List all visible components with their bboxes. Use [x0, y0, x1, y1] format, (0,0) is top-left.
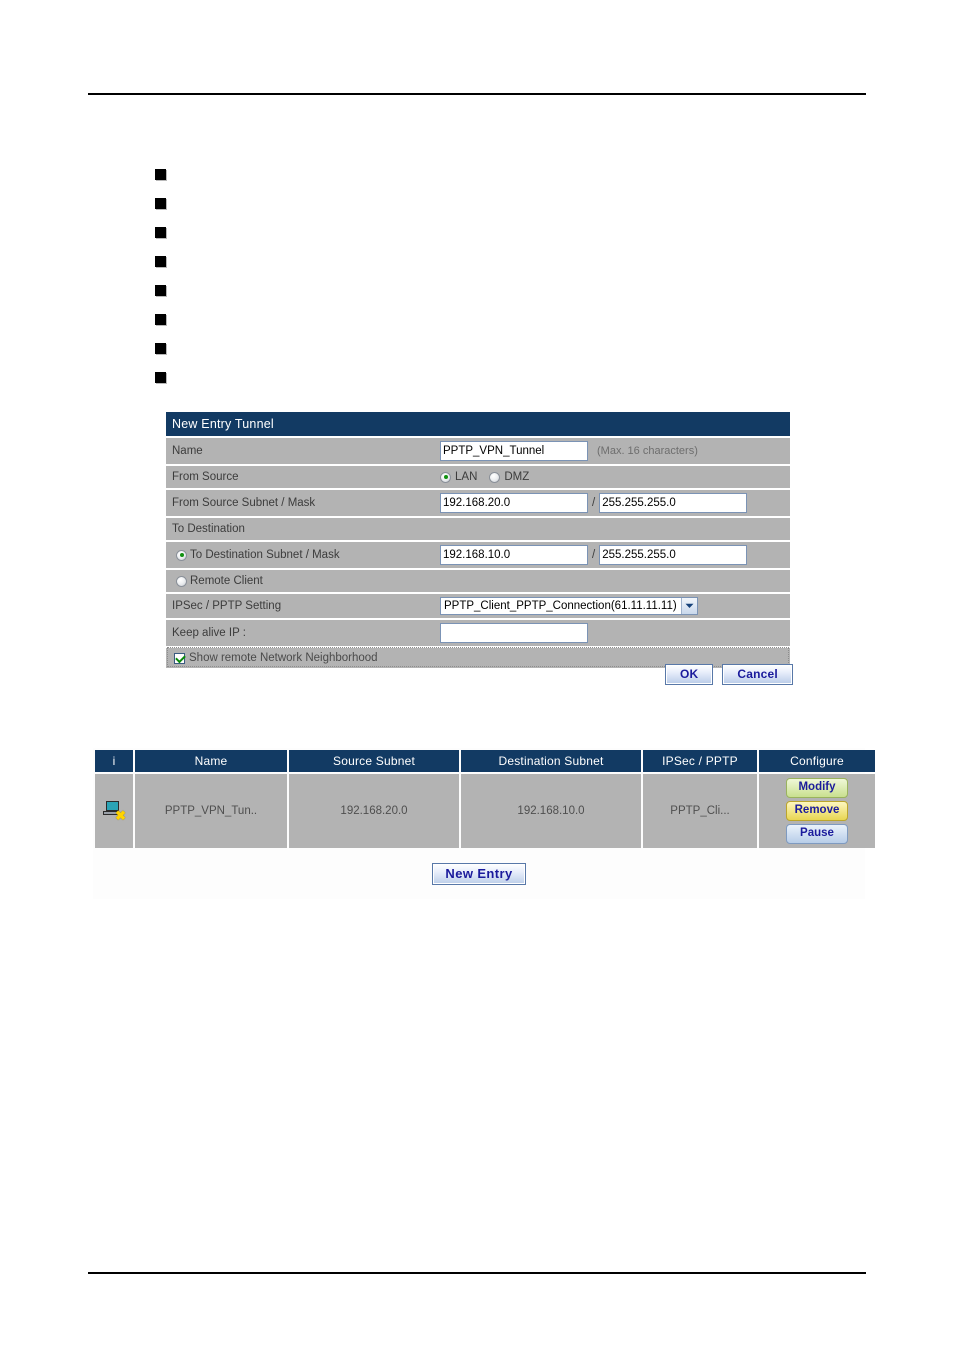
row-configure-cell: Modify Remove Pause — [759, 774, 875, 848]
remote-client-option[interactable]: Remote Client — [166, 571, 790, 591]
radio-dmz[interactable] — [489, 471, 501, 483]
cancel-button[interactable]: Cancel — [722, 664, 793, 685]
modify-button[interactable]: Modify — [786, 778, 848, 798]
col-header-ipsec-pptp: IPSec / PPTP — [643, 750, 757, 772]
col-header-source-subnet: Source Subnet — [289, 750, 459, 772]
from-source-radio-group: LAN DMZ — [440, 471, 537, 483]
form-action-buttons: OK Cancel — [665, 664, 793, 685]
pause-button[interactable]: Pause — [786, 824, 848, 844]
name-hint: (Max. 16 characters) — [597, 445, 698, 457]
to-dest-subnet-value-cell: / — [438, 542, 790, 568]
dest-mask-separator: / — [592, 549, 596, 561]
chevron-down-icon[interactable] — [680, 598, 697, 614]
to-dest-subnet-label: To Destination Subnet / Mask — [190, 549, 340, 561]
from-subnet-label: From Source Subnet / Mask — [172, 497, 316, 509]
show-neighborhood-label: Show remote Network Neighborhood — [189, 652, 378, 664]
square-bullet-icon — [155, 256, 166, 267]
list-item — [155, 305, 855, 334]
tunnel-list-panel: i Name Source Subnet Destination Subnet … — [91, 748, 875, 899]
to-dest-subnet-option[interactable]: To Destination Subnet / Mask — [166, 545, 438, 565]
new-entry-button[interactable]: New Entry — [432, 863, 526, 885]
to-dest-subnet-input[interactable] — [440, 545, 588, 565]
from-subnet-value-cell: / — [438, 490, 790, 516]
table-row: ✖ PPTP_VPN_Tun.. 192.168.20.0 192.168.10… — [95, 774, 875, 848]
ipsec-pptp-label: IPSec / PPTP Setting — [172, 600, 282, 612]
remote-client-label: Remote Client — [190, 575, 263, 587]
form-row-name: Name (Max. 16 characters) — [166, 436, 790, 464]
form-row-remote-client: Remote Client — [166, 568, 790, 592]
from-source-label: From Source — [172, 471, 239, 483]
name-value-cell: (Max. 16 characters) — [438, 438, 790, 464]
remove-button[interactable]: Remove — [786, 801, 848, 821]
square-bullet-icon — [155, 285, 166, 296]
radio-lan-label: LAN — [455, 471, 478, 483]
from-subnet-input[interactable] — [440, 493, 588, 513]
keep-alive-value-cell — [438, 620, 790, 646]
list-item — [155, 334, 855, 363]
subnet-mask-separator: / — [592, 497, 596, 509]
page-header-rule — [88, 93, 866, 95]
square-bullet-icon — [155, 198, 166, 209]
name-input[interactable] — [440, 441, 588, 461]
list-item — [155, 189, 855, 218]
row-status-cell: ✖ — [95, 774, 133, 848]
to-destination-label: To Destination — [172, 523, 245, 535]
row-name: PPTP_VPN_Tun.. — [135, 774, 287, 848]
row-destination-subnet: 192.168.10.0 — [461, 774, 641, 848]
bullet-list — [155, 160, 855, 392]
from-source-value-cell: LAN DMZ — [438, 468, 790, 486]
new-entry-bar: New Entry — [93, 850, 865, 899]
form-row-from-source: From Source LAN DMZ — [166, 464, 790, 488]
list-item — [155, 247, 855, 276]
form-title: New Entry Tunnel — [166, 412, 790, 436]
col-header-destination-subnet: Destination Subnet — [461, 750, 641, 772]
keep-alive-label: Keep alive IP : — [172, 627, 246, 639]
new-entry-tunnel-form: New Entry Tunnel Name (Max. 16 character… — [165, 411, 791, 669]
ok-button[interactable]: OK — [665, 664, 714, 685]
name-label: Name — [172, 445, 203, 457]
row-ipsec-pptp: PPTP_Cli... — [643, 774, 757, 848]
table-header-row: i Name Source Subnet Destination Subnet … — [95, 750, 875, 772]
col-header-name: Name — [135, 750, 287, 772]
col-header-configure: Configure — [759, 750, 875, 772]
radio-remote-client[interactable] — [176, 575, 187, 587]
list-item — [155, 276, 855, 305]
ipsec-pptp-selected-value: PPTP_Client_PPTP_Connection(61.11.11.11) — [444, 600, 677, 612]
square-bullet-icon — [155, 372, 166, 383]
square-bullet-icon — [155, 169, 166, 180]
ipsec-pptp-select[interactable]: PPTP_Client_PPTP_Connection(61.11.11.11) — [440, 597, 698, 615]
configure-button-stack: Modify Remove Pause — [761, 774, 873, 848]
radio-dmz-label: DMZ — [504, 471, 530, 483]
form-row-ipsec-pptp: IPSec / PPTP Setting PPTP_Client_PPTP_Co… — [166, 592, 790, 618]
row-source-subnet: 192.168.20.0 — [289, 774, 459, 848]
show-neighborhood-checkbox[interactable] — [174, 652, 185, 664]
form-row-to-destination: To Destination — [166, 516, 790, 540]
radio-to-destination-subnet[interactable] — [176, 549, 187, 561]
to-dest-mask-input[interactable] — [599, 545, 748, 565]
computer-disconnected-icon: ✖ — [103, 800, 126, 822]
form-row-to-dest-subnet: To Destination Subnet / Mask / — [166, 540, 790, 568]
list-item — [155, 160, 855, 189]
list-item — [155, 218, 855, 247]
square-bullet-icon — [155, 343, 166, 354]
form-row-keep-alive: Keep alive IP : — [166, 618, 790, 646]
tunnel-table: i Name Source Subnet Destination Subnet … — [93, 748, 877, 850]
col-header-info: i — [95, 750, 133, 772]
list-item — [155, 363, 855, 392]
ipsec-pptp-value-cell: PPTP_Client_PPTP_Connection(61.11.11.11) — [438, 594, 790, 618]
keep-alive-input[interactable] — [440, 623, 588, 643]
form-row-from-subnet: From Source Subnet / Mask / — [166, 488, 790, 516]
square-bullet-icon — [155, 314, 166, 325]
page-footer-rule — [88, 1272, 866, 1274]
square-bullet-icon — [155, 227, 166, 238]
radio-lan[interactable] — [440, 471, 451, 483]
from-mask-input[interactable] — [599, 493, 748, 513]
